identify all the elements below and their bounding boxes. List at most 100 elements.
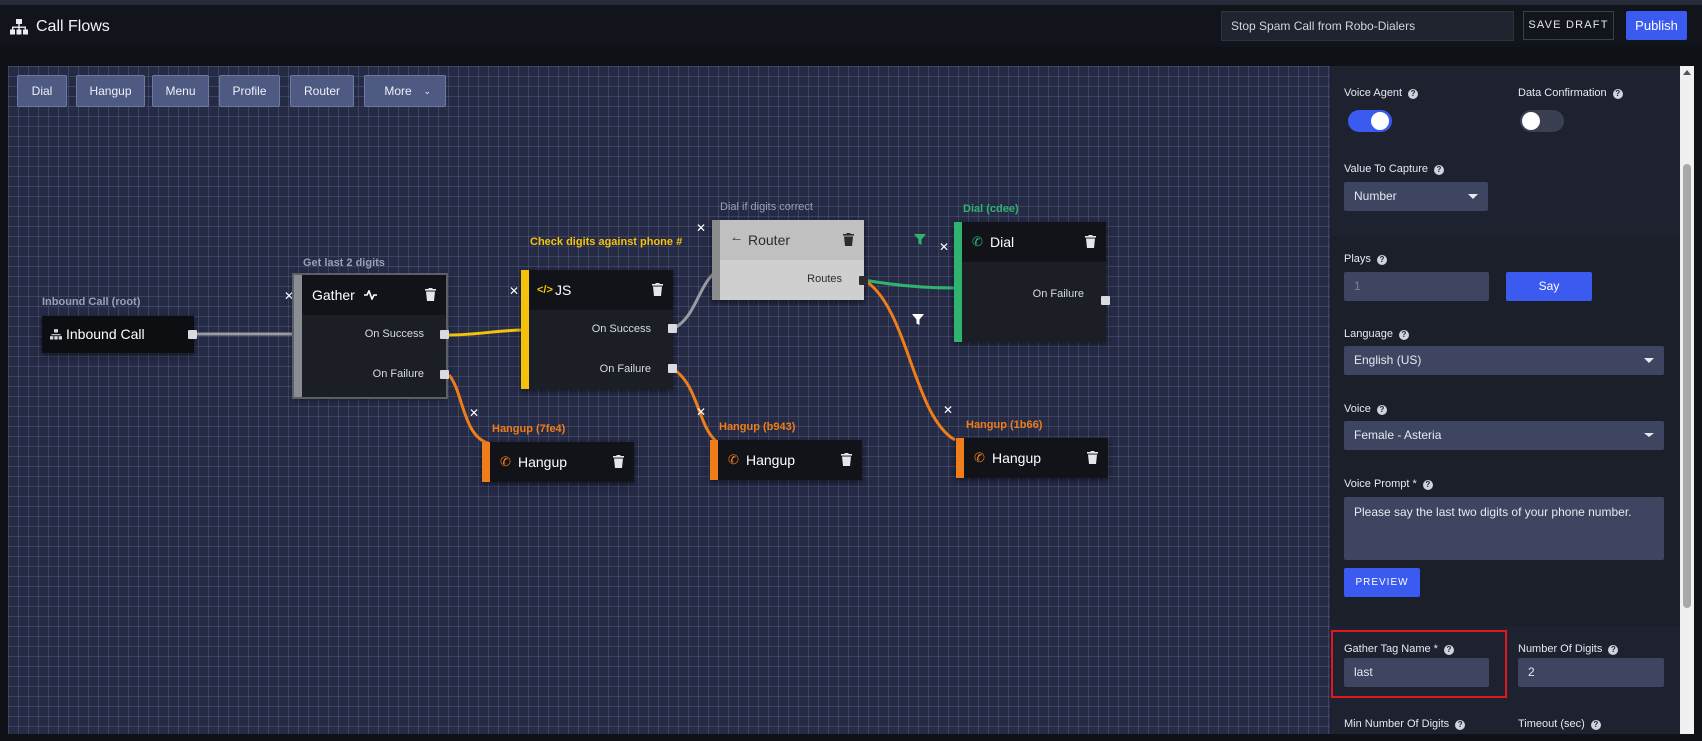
- hangup-icon: ✆: [500, 454, 511, 469]
- voice-agent-toggle[interactable]: [1348, 110, 1392, 132]
- hangup-icon: ✆: [974, 450, 985, 465]
- node-title: JS: [555, 282, 572, 298]
- output-port[interactable]: [1101, 296, 1110, 305]
- select-value: Female - Asteria: [1354, 428, 1442, 442]
- scroll-thumb[interactable]: [1683, 164, 1691, 608]
- port-label-failure: On Failure: [1032, 288, 1084, 300]
- save-draft-button[interactable]: SAVE DRAFT: [1523, 11, 1614, 40]
- publish-button[interactable]: Publish: [1626, 11, 1687, 40]
- data-confirmation-toggle[interactable]: [1520, 110, 1564, 132]
- output-port[interactable]: [440, 370, 449, 379]
- node-color-bar: [710, 440, 718, 480]
- hangup-node[interactable]: ✆ Hangup: [710, 440, 862, 480]
- gather-node[interactable]: Gather On Success On Failure: [292, 273, 448, 399]
- flow-name-input[interactable]: Stop Spam Call from Robo-Dialers: [1221, 11, 1514, 41]
- plays-label: Plays?: [1344, 253, 1387, 265]
- preview-button[interactable]: PREVIEW: [1344, 568, 1420, 597]
- gather-tag-input[interactable]: last: [1344, 658, 1489, 687]
- label-text: Voice: [1344, 403, 1371, 415]
- node-title: Router: [748, 232, 791, 248]
- port-label-routes: Routes: [807, 273, 842, 285]
- data-confirmation-label: Data Confirmation?: [1518, 87, 1623, 99]
- node-caption: Inbound Call (root): [42, 296, 141, 308]
- close-icon[interactable]: ✕: [943, 403, 953, 417]
- properties-panel: Voice Agent? Data Confirmation? Value To…: [1330, 66, 1680, 734]
- help-icon: ?: [1443, 645, 1454, 655]
- voice-select[interactable]: Female - Asteria: [1344, 421, 1664, 450]
- trash-icon[interactable]: [613, 455, 624, 468]
- select-value: Number: [1354, 189, 1397, 203]
- trash-icon[interactable]: [1087, 451, 1098, 464]
- close-icon[interactable]: ✕: [284, 289, 294, 303]
- wire-gather-js: [448, 328, 526, 337]
- help-icon: ?: [1608, 645, 1619, 655]
- router-node[interactable]: ↼ Router Routes: [712, 220, 864, 300]
- node-body: [529, 310, 673, 389]
- caret-down-icon: [1468, 194, 1478, 199]
- help-icon: ?: [1422, 480, 1433, 490]
- node-caption: Dial if digits correct: [720, 201, 813, 213]
- help-icon: ?: [1455, 720, 1466, 730]
- node-caption: Hangup (7fe4): [492, 423, 566, 435]
- trash-icon[interactable]: [652, 283, 663, 296]
- close-icon[interactable]: ✕: [696, 405, 706, 419]
- caret-down-icon: [1644, 358, 1654, 363]
- label-text: Voice Agent: [1344, 87, 1403, 99]
- trash-icon[interactable]: [841, 453, 852, 466]
- inbound-call-node[interactable]: Inbound Call: [42, 316, 194, 353]
- label-text: Data Confirmation: [1518, 87, 1607, 99]
- wire-router-hangup: [863, 278, 956, 442]
- output-port[interactable]: [668, 364, 677, 373]
- value-to-capture-select[interactable]: Number: [1344, 182, 1488, 211]
- say-button[interactable]: Say: [1506, 272, 1592, 301]
- close-icon[interactable]: ✕: [939, 240, 949, 254]
- sitemap-icon: [50, 329, 62, 340]
- flow-canvas[interactable]: Dial Hangup Menu Profile Router More ⌄ ✕…: [8, 66, 1330, 734]
- node-color-bar: [954, 222, 962, 342]
- min-digits-label: Min Number Of Digits?: [1344, 718, 1466, 730]
- node-caption: Hangup (b943): [719, 421, 796, 433]
- node-body: [962, 262, 1106, 342]
- hangup-node[interactable]: ✆ Hangup: [482, 442, 634, 482]
- number-of-digits-input[interactable]: 2: [1518, 658, 1664, 687]
- plays-input[interactable]: 1: [1344, 272, 1489, 301]
- language-select[interactable]: English (US): [1344, 346, 1664, 375]
- panel-scrollbar[interactable]: [1680, 66, 1694, 734]
- output-port[interactable]: [188, 330, 197, 339]
- close-icon[interactable]: ✕: [509, 284, 519, 298]
- number-of-digits-label: Number Of Digits?: [1518, 643, 1619, 655]
- label-text: Min Number Of Digits: [1344, 718, 1450, 730]
- wire-router-dial: [863, 278, 955, 290]
- scroll-up-icon[interactable]: [1683, 70, 1691, 75]
- js-node[interactable]: </> JS On Success On Failure: [521, 270, 673, 389]
- close-icon[interactable]: ✕: [469, 406, 479, 420]
- dial-node[interactable]: ✆ Dial On Failure: [954, 222, 1106, 342]
- router-icon: ↼: [732, 234, 742, 246]
- phone-icon: ✆: [972, 234, 983, 249]
- trash-icon[interactable]: [1085, 235, 1096, 248]
- output-port[interactable]: [668, 324, 677, 333]
- help-icon: ?: [1408, 89, 1419, 99]
- hangup-node[interactable]: ✆ Hangup: [956, 438, 1108, 478]
- node-body: [720, 260, 864, 300]
- node-title: Dial: [990, 234, 1015, 250]
- node-color-bar: [294, 275, 302, 397]
- trash-icon[interactable]: [425, 288, 436, 301]
- output-port[interactable]: [440, 330, 449, 339]
- label-text: Timeout (sec): [1518, 718, 1585, 730]
- voice-agent-label: Voice Agent?: [1344, 87, 1419, 99]
- filter-icon: [912, 314, 924, 325]
- port-label-success: On Success: [591, 323, 651, 335]
- close-icon[interactable]: ✕: [696, 221, 706, 235]
- output-port[interactable]: [859, 276, 868, 285]
- hangup-icon: ✆: [728, 452, 739, 467]
- code-icon: </>: [537, 284, 553, 296]
- help-icon: ?: [1398, 330, 1409, 340]
- node-title: Inbound Call: [66, 326, 145, 342]
- trash-icon[interactable]: [843, 233, 854, 246]
- sitemap-icon: [10, 19, 28, 35]
- voice-prompt-textarea[interactable]: Please say the last two digits of your p…: [1344, 497, 1664, 560]
- label-text: Voice Prompt *: [1344, 478, 1417, 490]
- port-label-failure: On Failure: [599, 363, 651, 375]
- port-label-success: On Success: [364, 328, 424, 340]
